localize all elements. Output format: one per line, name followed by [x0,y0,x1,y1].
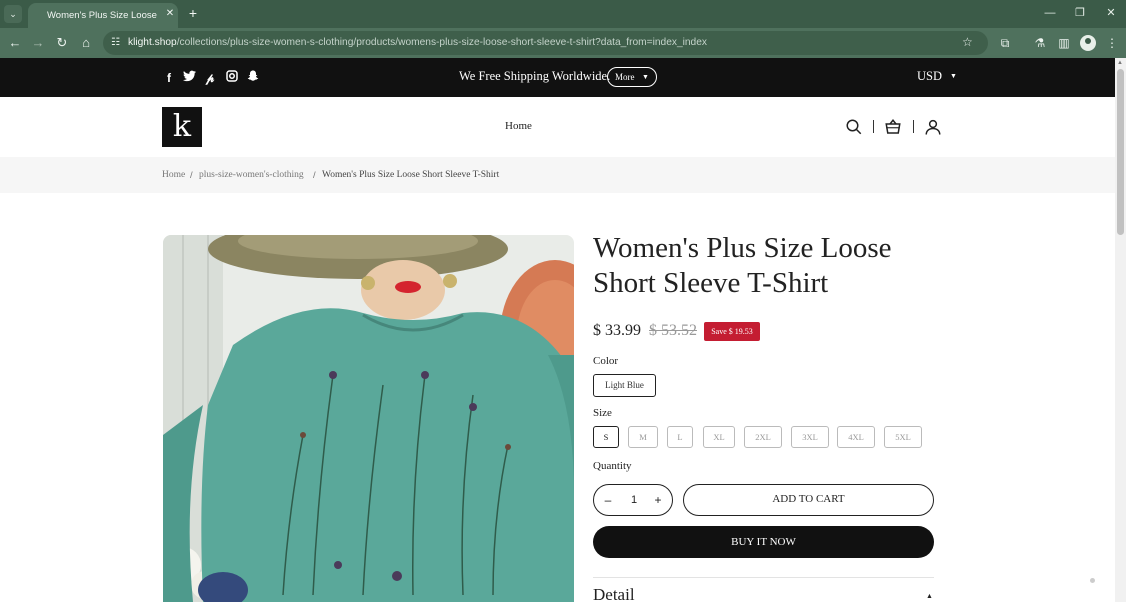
caret-down-icon: ▼ [950,72,957,80]
minimize-icon[interactable]: — [1041,6,1059,20]
caret-down-icon: ▼ [642,73,649,81]
save-badge: Save $ 19.53 [704,322,760,341]
forward-icon[interactable]: → [30,35,46,51]
detail-divider [593,577,934,578]
size-option-xl[interactable]: XL [703,426,735,448]
back-to-top-indicator[interactable] [1090,578,1095,583]
window-close-icon[interactable]: ✕ [1102,6,1120,20]
currency-selector[interactable]: USD ▼ [917,69,957,84]
compare-price: $ 53.52 [649,322,697,339]
restore-icon[interactable]: ❐ [1071,6,1089,20]
close-icon[interactable]: ✕ [164,8,176,20]
size-option-3xl[interactable]: 3XL [791,426,829,448]
browser-toolbar: ← → ↻ ⌂ ☷ klight.shop/collections/plus-s… [0,28,1126,58]
caret-up-icon[interactable]: ▲ [926,593,933,600]
product-title: Women's Plus Size Loose Short Sleeve T-S… [593,232,892,299]
quantity-label: Quantity [593,460,632,472]
scrollbar-thumb[interactable] [1117,69,1124,235]
browser-tab-bar: ⌄ Women's Plus Size Loose Short ✕ + — ❐ … [0,0,1126,28]
bookmark-star-icon[interactable]: ☆ [962,35,973,49]
labs-icon[interactable]: ⚗ [1032,35,1048,51]
detail-heading[interactable]: Detail [593,585,635,602]
size-option-m[interactable]: M [628,426,658,448]
breadcrumb-separator: / [190,170,193,181]
cart-icon[interactable] [884,118,902,136]
home-icon[interactable]: ⌂ [78,35,94,51]
browser-tab[interactable]: Women's Plus Size Loose Short ✕ [28,3,178,28]
quantity-decrease-button[interactable]: – [601,492,615,508]
product-image[interactable] [163,235,574,602]
address-bar[interactable]: ☷ klight.shop/collections/plus-size-wome… [103,31,988,55]
size-option-l[interactable]: L [667,426,693,448]
breadcrumb-separator: / [313,170,316,181]
site-info-icon[interactable]: ☷ [111,36,125,50]
twitter-icon[interactable] [181,70,197,86]
buy-it-now-button[interactable]: BUY IT NOW [593,526,934,558]
nav-home-link[interactable]: Home [505,120,532,132]
more-label: More [615,72,635,82]
announcement-bar: f 𝓅 We Free Shipping Worldwide. More ▼ U… [0,58,1115,97]
product-price: $ 33.99 [593,322,641,339]
back-icon[interactable]: ← [7,35,23,51]
breadcrumb: Home / plus-size-women's-clothing / Wome… [0,157,1115,193]
header-divider [873,120,874,133]
logo-letter: k [172,109,192,144]
size-option-s[interactable]: S [593,426,619,448]
menu-icon[interactable]: ⋮ [1104,35,1120,51]
header-divider [913,120,914,133]
tab-list-icon[interactable]: ⌄ [4,5,22,23]
extensions-icon[interactable]: ⧉ [997,35,1013,51]
size-option-5xl[interactable]: 5XL [884,426,922,448]
quantity-increase-button[interactable]: + [651,492,665,508]
plus-icon[interactable]: + [186,6,200,20]
breadcrumb-home[interactable]: Home [162,170,185,180]
quantity-stepper: – 1 + [593,484,673,516]
scroll-up-arrow-icon[interactable]: ▲ [1117,60,1123,66]
tab-title: Women's Plus Size Loose Short [47,10,159,21]
pinterest-icon[interactable]: 𝓅 [202,70,218,86]
instagram-icon[interactable] [224,70,240,86]
profile-icon[interactable] [1080,35,1096,51]
color-label: Color [593,355,619,367]
more-dropdown[interactable]: More ▼ [607,67,657,87]
color-option-light-blue[interactable]: Light Blue [593,374,656,397]
size-option-4xl[interactable]: 4XL [837,426,875,448]
snapchat-icon[interactable] [245,70,261,86]
reload-icon[interactable]: ↻ [54,35,70,51]
breadcrumb-collection[interactable]: plus-size-women's-clothing [199,170,304,180]
site-logo[interactable]: k [162,107,202,147]
currency-label: USD [917,69,943,83]
search-icon[interactable] [845,118,863,136]
url-text[interactable]: klight.shop/collections/plus-size-women-… [128,37,707,48]
breadcrumb-current: Women's Plus Size Loose Short Sleeve T-S… [322,170,500,180]
size-label: Size [593,407,612,419]
side-panel-icon[interactable]: ▥ [1056,35,1072,51]
account-icon[interactable] [924,118,942,136]
quantity-input[interactable]: 1 [628,492,640,508]
add-to-cart-button[interactable]: ADD TO CART [683,484,934,516]
size-option-2xl[interactable]: 2XL [744,426,782,448]
site-header: k Home [0,97,1115,157]
url-host: klight.shop [128,37,177,48]
facebook-icon[interactable]: f [161,70,177,86]
url-path: /collections/plus-size-women-s-clothing/… [176,37,707,48]
announcement-text: We Free Shipping Worldwide. [459,69,611,83]
